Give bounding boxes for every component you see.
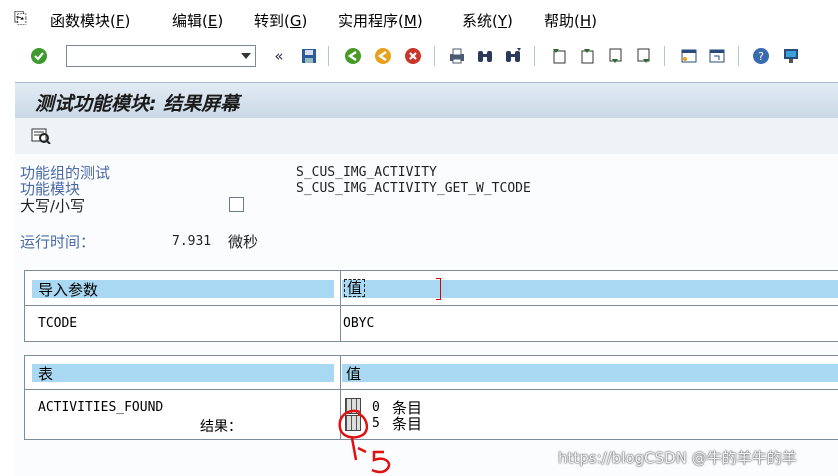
menu-bar: ⎘ 函数模块(F) 编辑(E) 转到(G) 实用程序(M) 系统(Y) 帮助(H… bbox=[0, 0, 838, 38]
find-next-icon[interactable] bbox=[504, 47, 522, 65]
cancel-icon[interactable] bbox=[404, 47, 422, 65]
tables-value-header: 值 bbox=[342, 364, 838, 383]
help-icon[interactable]: ? bbox=[752, 47, 770, 65]
import-value-header: 值 bbox=[342, 278, 838, 300]
case-sensitive-label: 大写/小写 bbox=[20, 197, 86, 215]
next-page-icon[interactable] bbox=[606, 47, 624, 65]
exit-icon[interactable] bbox=[374, 47, 392, 65]
print-icon[interactable] bbox=[448, 47, 466, 65]
menu-help[interactable]: 帮助(H) bbox=[544, 10, 597, 31]
customize-layout-icon[interactable] bbox=[782, 47, 800, 65]
runtime-label: 运行时间： bbox=[20, 233, 96, 251]
command-field[interactable] bbox=[66, 45, 256, 67]
tables-name-header: 表 bbox=[32, 364, 334, 383]
find-icon[interactable] bbox=[476, 47, 494, 65]
window-menu-icon[interactable]: ⎘ bbox=[14, 8, 27, 28]
red-annotation-icon bbox=[338, 409, 391, 474]
previous-page-icon[interactable] bbox=[578, 47, 596, 65]
menu-utilities[interactable]: 实用程序(M) bbox=[338, 10, 423, 31]
collapse-icon[interactable]: « bbox=[270, 47, 288, 65]
import-param-value: OBYC bbox=[343, 316, 375, 331]
last-page-icon[interactable] bbox=[634, 47, 652, 65]
menu-edit[interactable]: 编辑(E) bbox=[172, 10, 223, 31]
result-label: 结果： bbox=[200, 419, 242, 435]
watermark: https://blogCSDN @牛的羊牛的羊 bbox=[558, 449, 797, 467]
menu-goto[interactable]: 转到(G) bbox=[254, 10, 307, 31]
create-session-icon[interactable] bbox=[680, 47, 698, 65]
page-title: 测试功能模块: 结果屏幕 bbox=[35, 93, 240, 115]
first-page-icon[interactable] bbox=[550, 47, 568, 65]
svg-text:?: ? bbox=[758, 50, 764, 63]
case-sensitive-checkbox[interactable] bbox=[229, 197, 244, 212]
menu-system[interactable]: 系统(Y) bbox=[462, 10, 513, 31]
table-row-name: ACTIVITIES_FOUND bbox=[38, 400, 164, 415]
function-module-value: S_CUS_IMG_ACTIVITY_GET_W_TCODE bbox=[296, 181, 531, 196]
enter-check-icon[interactable] bbox=[30, 47, 48, 65]
runtime-unit: 微秒 bbox=[228, 233, 259, 251]
runtime-value: 7.931 bbox=[172, 234, 212, 249]
import-param-name: TCODE bbox=[38, 316, 78, 331]
import-param-header: 导入参数 bbox=[32, 280, 334, 299]
back-icon[interactable] bbox=[344, 47, 362, 65]
debug-icon[interactable] bbox=[31, 126, 51, 148]
function-group-value: S_CUS_IMG_ACTIVITY bbox=[296, 165, 437, 180]
title-bar: 测试功能模块: 结果屏幕 bbox=[15, 82, 838, 119]
shortcut-icon[interactable] bbox=[708, 47, 726, 65]
save-icon[interactable] bbox=[300, 47, 318, 65]
command-dropdown-icon[interactable] bbox=[241, 53, 251, 59]
application-toolbar bbox=[15, 118, 838, 154]
menu-function-module[interactable]: 函数模块(F) bbox=[50, 10, 130, 31]
